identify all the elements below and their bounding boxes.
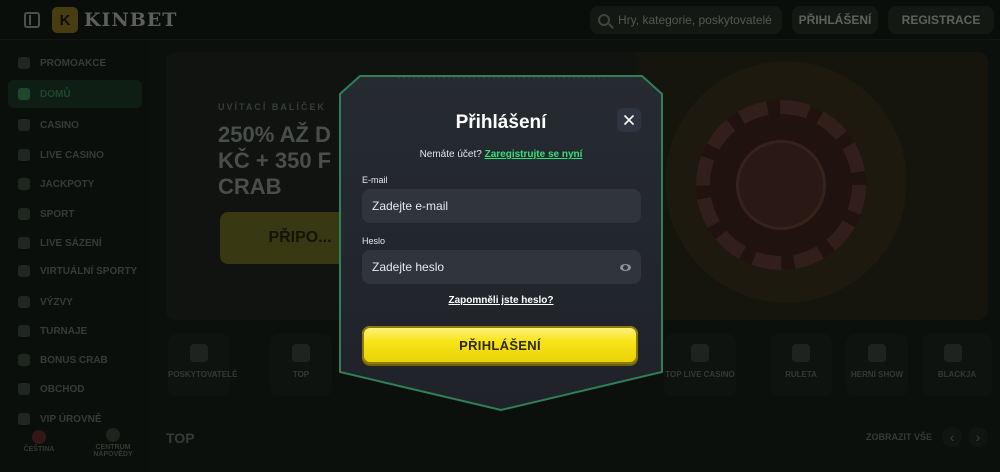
password-input[interactable] [372,260,620,274]
email-field[interactable] [362,189,641,223]
login-submit-button[interactable]: PŘIHLÁŠENÍ [362,326,638,364]
no-account-text: Nemáte účet? [419,149,482,160]
email-label: E-mail [362,175,388,185]
email-input[interactable] [372,199,631,213]
forgot-password-link[interactable]: Zapomněli jste heslo? [338,295,664,306]
register-link[interactable]: Zaregistrujte se nyní [485,149,583,160]
close-icon [624,115,634,125]
no-account-row: Nemáte účet? Zaregistrujte se nyní [338,149,664,160]
eye-icon[interactable] [620,263,631,271]
close-button[interactable] [617,108,641,132]
modal-title: Přihlášení [455,112,547,133]
password-label: Heslo [362,236,386,246]
password-field[interactable] [362,250,641,284]
